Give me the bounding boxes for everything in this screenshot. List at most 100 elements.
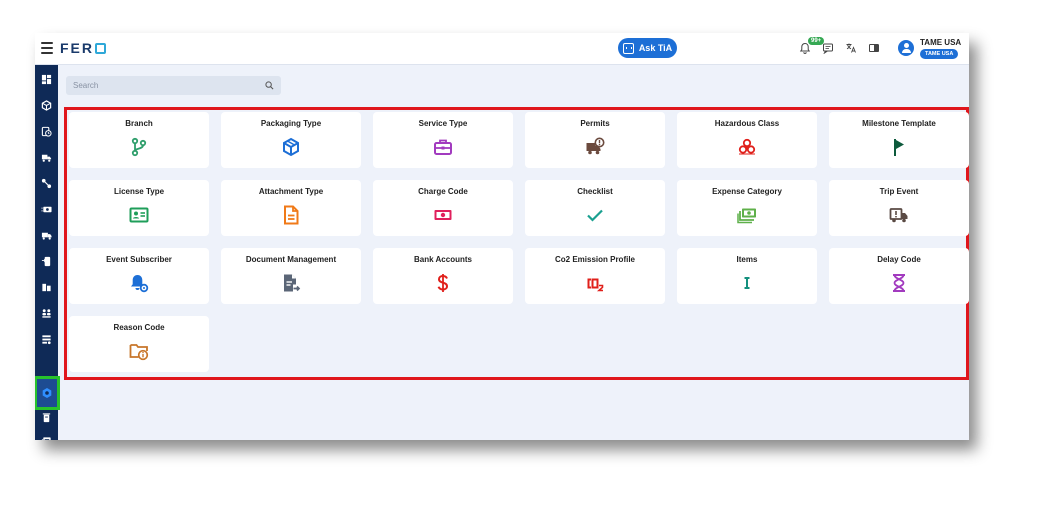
card-label: License Type <box>113 187 165 196</box>
card-items[interactable]: Items <box>677 248 817 304</box>
search-icon[interactable] <box>265 81 274 90</box>
money-icon <box>434 210 452 220</box>
ask-tia-button[interactable]: Ask TiA <box>618 38 677 58</box>
logo-mark-icon <box>95 43 106 54</box>
biohazard-icon <box>738 138 756 155</box>
app-window: FER Ask TiA 99+ TAME USA TAME USA Search… <box>35 33 969 440</box>
card-label: Items <box>736 255 758 264</box>
card-label: Expense Category <box>712 187 782 196</box>
truck-alert-icon <box>586 137 605 155</box>
card-charge-code[interactable]: Charge Code <box>373 180 513 236</box>
id-card-icon <box>129 207 149 223</box>
menu-icon[interactable] <box>41 42 53 54</box>
sidebar-item-packages[interactable] <box>40 99 53 112</box>
card-checklist[interactable]: Checklist <box>525 180 665 236</box>
card-label: Attachment Type <box>258 187 324 196</box>
card-label: Document Management <box>245 255 337 264</box>
card-branch[interactable]: Branch <box>69 112 209 168</box>
card-label: Permits <box>580 119 610 128</box>
card-service-type[interactable]: Service Type <box>373 112 513 168</box>
top-header: FER Ask TiA 99+ TAME USA TAME USA <box>35 33 969 65</box>
truck-fast-icon <box>41 232 52 240</box>
check-icon <box>587 209 603 222</box>
sidebar-item-orders[interactable] <box>40 125 53 138</box>
card-label: Packaging Type <box>260 119 322 128</box>
user-name[interactable]: TAME USA <box>920 38 961 47</box>
ask-tia-label: Ask TiA <box>638 43 673 53</box>
search-bar <box>66 76 281 95</box>
card-permits[interactable]: Permits <box>525 112 665 168</box>
card-attachment-type[interactable]: Attachment Type <box>221 180 361 236</box>
card-delay-code[interactable]: Delay Code <box>829 248 969 304</box>
card-packaging-type[interactable]: Packaging Type <box>221 112 361 168</box>
truck-alert-icon <box>41 154 52 162</box>
sidebar-item-dashboard[interactable] <box>40 73 53 86</box>
card-label: Bank Accounts <box>414 255 472 264</box>
hourglass-icon <box>893 274 905 292</box>
sidebar-item-trash[interactable] <box>40 411 53 424</box>
sidebar-item-transfers[interactable] <box>40 255 53 268</box>
card-label: Co2 Emission Profile <box>554 255 636 264</box>
report-icon <box>42 335 51 345</box>
co2-icon <box>587 278 604 292</box>
card-expense-category[interactable]: Expense Category <box>677 180 817 236</box>
toolbox-icon <box>434 139 452 155</box>
settings-grid: Branch Packaging Type Service Type Permi… <box>69 112 969 372</box>
card-milestone-template[interactable]: Milestone Template <box>829 112 969 168</box>
transfer-icon <box>41 256 51 267</box>
user-company-chip[interactable]: TAME USA <box>920 49 959 59</box>
box-icon <box>283 137 299 157</box>
file-arrow-icon <box>284 274 301 292</box>
flag-icon <box>894 139 904 156</box>
branch-icon <box>131 137 147 157</box>
logo-text: FER <box>60 40 94 56</box>
sidebar-item-users[interactable] <box>40 307 53 320</box>
card-hazardous-class[interactable]: Hazardous Class <box>677 112 817 168</box>
chat-icon[interactable] <box>822 42 834 54</box>
active-item-highlight <box>35 376 60 410</box>
card-label: Trip Event <box>879 187 919 196</box>
sidebar-item-reports[interactable] <box>40 333 53 346</box>
bell-gear-icon <box>131 275 149 293</box>
card-label: Service Type <box>418 119 468 128</box>
card-label: Checklist <box>577 187 613 196</box>
user-avatar-icon[interactable] <box>898 40 914 56</box>
dashboard-icon <box>41 74 52 85</box>
card-document-management[interactable]: Document Management <box>221 248 361 304</box>
card-reason-code[interactable]: Reason Code <box>69 316 209 372</box>
billing-icon <box>41 437 51 440</box>
cash-stack-icon <box>737 208 756 224</box>
order-clock-icon <box>41 126 52 137</box>
sidebar-item-finance[interactable] <box>40 203 53 216</box>
truck-event-icon <box>889 208 908 223</box>
card-license-type[interactable]: License Type <box>69 180 209 236</box>
money-icon <box>41 206 52 213</box>
app-logo[interactable]: FER <box>60 40 106 56</box>
search-input[interactable] <box>73 81 265 90</box>
bot-icon <box>622 42 634 54</box>
card-co2-emission-profile[interactable]: Co2 Emission Profile <box>525 248 665 304</box>
card-event-subscriber[interactable]: Event Subscriber <box>69 248 209 304</box>
card-label: Branch <box>125 119 153 128</box>
sidebar-item-dispatch[interactable] <box>40 229 53 242</box>
card-trip-event[interactable]: Trip Event <box>829 180 969 236</box>
card-label: Reason Code <box>113 323 165 332</box>
card-label: Event Subscriber <box>106 255 172 264</box>
translate-icon[interactable] <box>845 42 857 54</box>
panel-icon[interactable] <box>868 42 880 54</box>
sidebar-item-trucks[interactable] <box>40 151 53 164</box>
trash-icon <box>42 413 51 423</box>
warehouse-icon <box>42 283 51 292</box>
sidebar <box>35 65 60 440</box>
folder-info-icon <box>129 344 149 361</box>
card-label: Delay Code <box>877 255 921 264</box>
card-label: Milestone Template <box>862 119 936 128</box>
card-label: Hazardous Class <box>714 119 780 128</box>
document-icon <box>284 205 299 225</box>
card-bank-accounts[interactable]: Bank Accounts <box>373 248 513 304</box>
sidebar-item-routes[interactable] <box>40 177 53 190</box>
sidebar-item-warehouse[interactable] <box>40 281 53 294</box>
card-label: Charge Code <box>418 187 468 196</box>
sidebar-item-billing[interactable] <box>40 435 53 440</box>
text-cursor-icon <box>744 277 750 289</box>
